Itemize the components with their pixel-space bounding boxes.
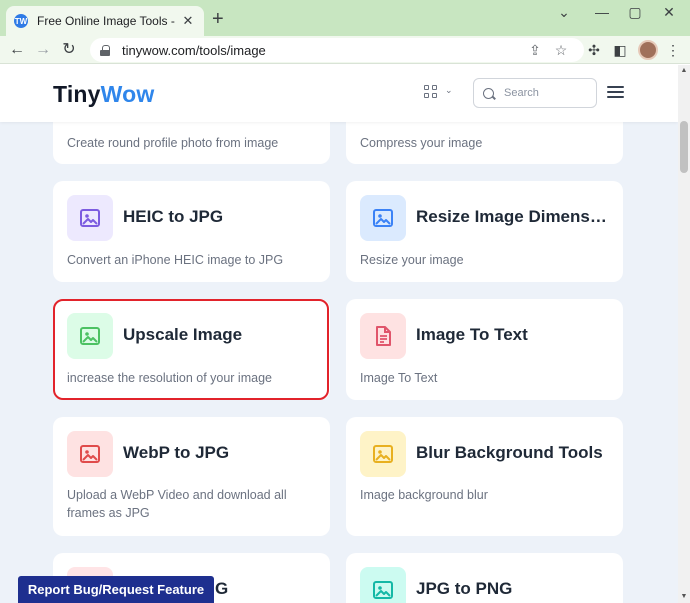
page-scrollbar[interactable]: ▲ ▼ <box>678 65 690 603</box>
scrollbar-thumb[interactable] <box>680 121 688 173</box>
search-placeholder: Search <box>504 87 539 99</box>
extensions-puzzle-icon[interactable]: ✣ <box>585 41 603 59</box>
tool-card-webp-to-jpg[interactable]: WebP to JPG Upload a WebP Video and down… <box>53 417 330 536</box>
browser-tab[interactable]: TW Free Online Image Tools - TinyWow ✕ <box>6 6 204 36</box>
new-tab-button[interactable]: + <box>212 8 224 30</box>
tinywow-favicon-icon: TW <box>14 14 28 28</box>
image-icon <box>360 195 406 241</box>
page-content: TinyWow ⌄ Search Create round profile ph… <box>0 65 678 603</box>
minimize-button[interactable]: — <box>592 2 612 22</box>
bookmark-star-icon[interactable]: ☆ <box>552 41 570 59</box>
tool-card-image-to-text[interactable]: Image To Text Image To Text <box>346 299 623 400</box>
card-description: Resize your image <box>360 253 464 267</box>
image-icon <box>360 567 406 603</box>
scroll-down-arrow-icon[interactable]: ▼ <box>678 591 690 603</box>
card-description: Create round profile photo from image <box>67 136 279 150</box>
tinywow-logo[interactable]: TinyWow <box>53 81 155 108</box>
close-window-button[interactable]: ✕ <box>659 2 679 22</box>
report-bug-button[interactable]: Report Bug/Request Feature <box>18 576 214 603</box>
site-header: TinyWow ⌄ Search <box>0 65 678 122</box>
side-panel-icon[interactable]: ◧ <box>611 41 629 59</box>
image-icon <box>360 431 406 477</box>
search-icon <box>483 87 494 99</box>
card-title: Resize Image Dimens… <box>416 207 607 226</box>
card-description: Convert an iPhone HEIC image to JPG <box>67 253 284 267</box>
card-title: JPG to PNG <box>416 579 513 598</box>
tool-card-heic-to-jpg[interactable]: HEIC to JPG Convert an iPhone HEIC image… <box>53 181 330 282</box>
document-icon <box>360 313 406 359</box>
tab-close-icon[interactable]: ✕ <box>180 13 196 29</box>
forward-arrow-icon[interactable]: → <box>32 39 54 61</box>
red-highlight-box <box>53 299 329 400</box>
tab-search-icon[interactable]: ⌄ <box>554 2 574 22</box>
hamburger-menu-icon[interactable] <box>607 86 624 99</box>
maximize-button[interactable]: ▢ <box>625 2 645 22</box>
tab-title: Free Online Image Tools - TinyWow <box>37 14 177 28</box>
card-description: Upload a WebP Video and download all fra… <box>67 488 287 520</box>
card-title: Image To Text <box>416 325 528 344</box>
image-icon <box>67 431 113 477</box>
search-input[interactable]: Search <box>473 78 597 108</box>
apps-grid-icon[interactable] <box>424 85 438 99</box>
card-description: Compress your image <box>360 136 483 150</box>
lock-icon[interactable] <box>100 44 110 56</box>
chevron-down-icon[interactable]: ⌄ <box>445 85 453 96</box>
back-arrow-icon[interactable]: ← <box>6 39 28 61</box>
share-icon[interactable]: ⇪ <box>526 41 544 59</box>
image-icon <box>67 195 113 241</box>
kebab-menu-icon[interactable]: ⋮ <box>664 41 682 59</box>
card-title: Blur Background Tools <box>416 443 603 462</box>
card-description: Image To Text <box>360 371 438 385</box>
profile-avatar[interactable] <box>638 40 658 60</box>
url-text: tinywow.com/tools/image <box>122 42 266 58</box>
reload-icon[interactable]: ↻ <box>58 39 80 61</box>
card-title: WebP to JPG <box>123 443 230 462</box>
tool-card-resize-image[interactable]: Resize Image Dimens… Resize your image <box>346 181 623 282</box>
browser-titlebar: TW Free Online Image Tools - TinyWow ✕ +… <box>0 0 690 36</box>
tool-card-jpg-to-png[interactable]: JPG to PNG <box>346 553 623 603</box>
tool-card-blur-background[interactable]: Blur Background Tools Image background b… <box>346 417 623 536</box>
scroll-up-arrow-icon[interactable]: ▲ <box>678 65 690 77</box>
card-description: Image background blur <box>360 488 488 502</box>
card-title: HEIC to JPG <box>123 207 224 226</box>
address-bar[interactable]: tinywow.com/tools/image ⇪ ☆ <box>90 38 584 62</box>
